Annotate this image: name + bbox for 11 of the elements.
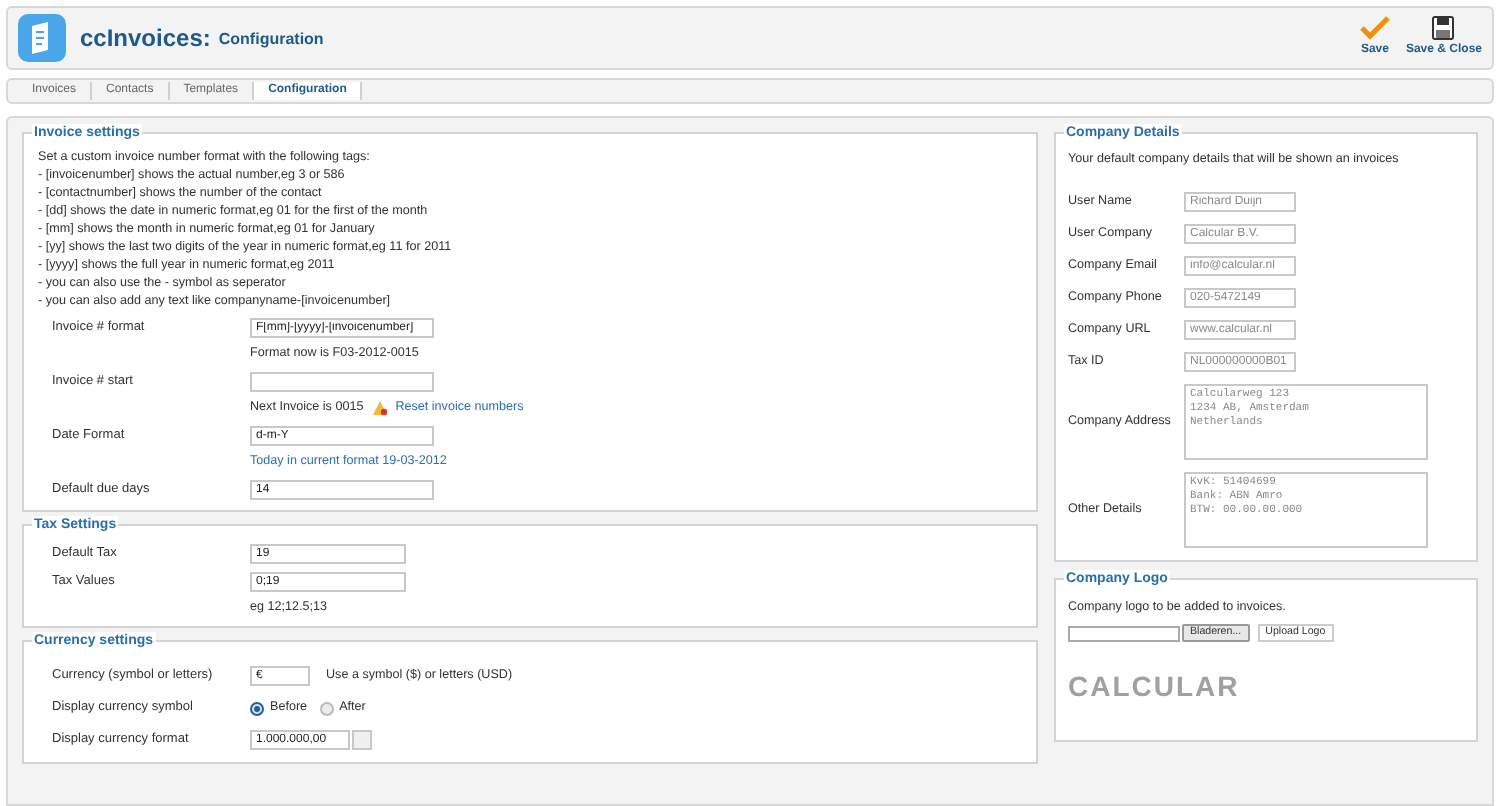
radio-button[interactable] xyxy=(250,701,264,715)
page-title: ccInvoices: xyxy=(80,22,211,56)
page-subtitle: Configuration xyxy=(218,28,324,52)
warning-icon xyxy=(371,400,388,416)
app-logo-icon xyxy=(18,14,66,62)
file-field[interactable] xyxy=(1068,625,1180,641)
dropdown-button[interactable] xyxy=(352,730,372,750)
radio-button[interactable] xyxy=(319,701,334,715)
checkmark-icon xyxy=(1359,16,1390,40)
logo-preview: CALCULAR xyxy=(1068,668,1242,706)
text-field[interactable] xyxy=(250,372,434,392)
